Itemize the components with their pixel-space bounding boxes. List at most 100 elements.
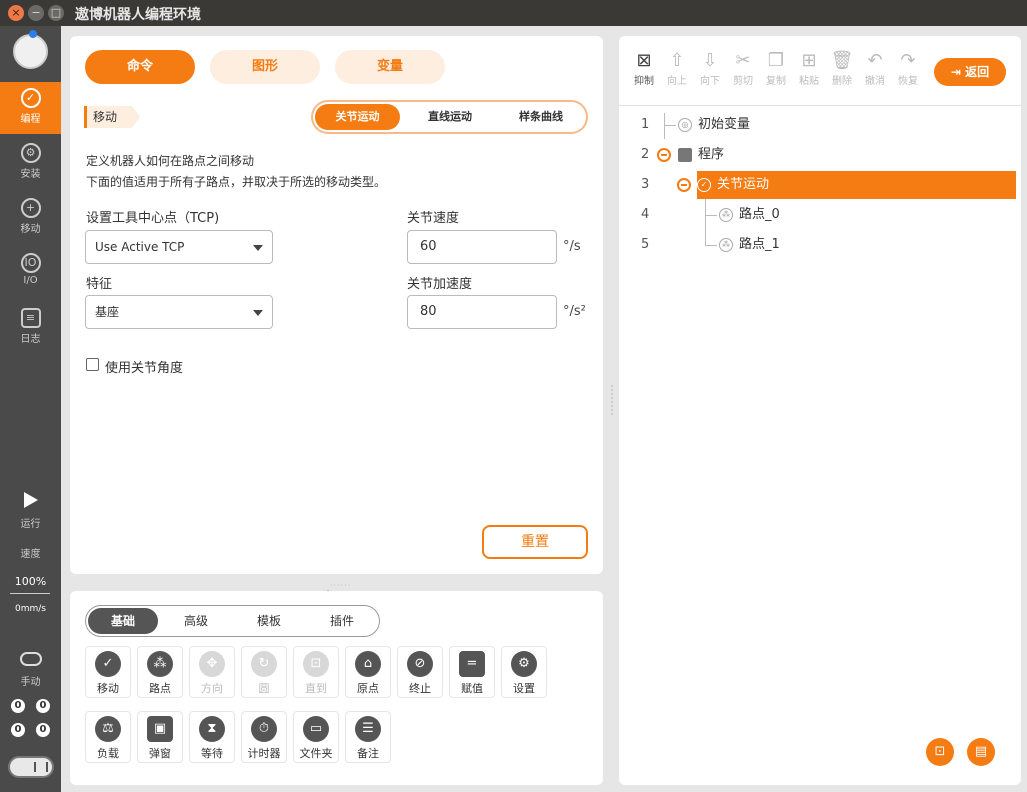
tool-label: 移动 bbox=[97, 682, 119, 695]
until-icon: ⊡ bbox=[303, 651, 329, 677]
tool-wait[interactable]: ⧗ 等待 bbox=[189, 711, 235, 763]
joint-acc-unit: °/s² bbox=[563, 304, 586, 319]
palette-tab-basic[interactable]: 基础 bbox=[88, 608, 158, 634]
palette-tab-plugin[interactable]: 插件 bbox=[307, 608, 377, 634]
toolbar-up[interactable]: ⇧ 向上 bbox=[662, 50, 692, 87]
tool-folder[interactable]: ▭ 文件夹 bbox=[293, 711, 339, 763]
tree-line bbox=[705, 245, 717, 246]
palette-tabs: 基础 高级 模板 插件 bbox=[85, 605, 380, 637]
timer-icon: ⏱ bbox=[251, 716, 277, 742]
toolbar-suppress[interactable]: ⊠ 抑制 bbox=[629, 50, 659, 87]
nav-label: 移动 bbox=[20, 224, 41, 235]
window-close-icon[interactable]: × bbox=[8, 5, 24, 21]
reset-button[interactable]: 重置 bbox=[482, 525, 588, 559]
tree-node-label: 程序 bbox=[698, 147, 725, 162]
redo-icon: ↷ bbox=[900, 50, 916, 71]
splitter-grip[interactable] bbox=[611, 385, 613, 415]
toolbar-label: 剪切 bbox=[733, 76, 753, 87]
toolbar-undo[interactable]: ↶ 撤消 bbox=[860, 50, 890, 87]
window-maximize-icon[interactable]: □ bbox=[48, 5, 64, 21]
tool-direction[interactable]: ✥ 方向 bbox=[189, 646, 235, 698]
tree-node-program[interactable]: 程序 bbox=[678, 141, 828, 169]
back-button[interactable]: ⇥ 返回 bbox=[934, 58, 1006, 86]
use-joint-angle-checkbox[interactable] bbox=[86, 358, 99, 371]
toolbar-down[interactable]: ⇩ 向下 bbox=[695, 50, 725, 87]
tool-move[interactable]: ✓ 移动 bbox=[85, 646, 131, 698]
tree-node-waypoint-0[interactable]: ⁂ 路点_0 bbox=[719, 201, 869, 229]
toolbar-label: 向下 bbox=[700, 76, 720, 87]
tool-timer[interactable]: ⏱ 计时器 bbox=[241, 711, 287, 763]
waypoint-icon: ⁂ bbox=[719, 207, 733, 222]
tool-label: 直到 bbox=[305, 682, 327, 695]
motion-type-linear[interactable]: 直线运动 bbox=[405, 104, 495, 130]
tool-settings[interactable]: ⚙ 设置 bbox=[501, 646, 547, 698]
counter-0: 0 bbox=[11, 699, 25, 713]
joint-speed-unit: °/s bbox=[563, 239, 581, 254]
tool-label: 负载 bbox=[97, 747, 119, 760]
toolbar-redo[interactable]: ↷ 恢复 bbox=[893, 50, 923, 87]
arrow-up-icon: ⇧ bbox=[669, 50, 685, 71]
joint-speed-input[interactable]: 60 bbox=[407, 230, 557, 264]
tab-graphics[interactable]: 图形 bbox=[210, 50, 320, 84]
nav-item-log[interactable]: ≡ 日志 bbox=[0, 302, 61, 354]
speed-label: 速度 bbox=[20, 549, 41, 560]
tool-label: 设置 bbox=[513, 682, 535, 695]
motion-type-joint[interactable]: 关节运动 bbox=[315, 104, 400, 130]
fit-view-icon[interactable]: ⊡ bbox=[926, 738, 954, 766]
palette-tab-advanced[interactable]: 高级 bbox=[161, 608, 231, 634]
toolbar-paste[interactable]: ⊞ 粘贴 bbox=[794, 50, 824, 87]
status-dot-icon bbox=[29, 30, 37, 38]
tcp-select[interactable]: Use Active TCP bbox=[85, 230, 273, 264]
tree-node-label: 路点_1 bbox=[739, 237, 780, 252]
left-nav: ✓ 编程 ⚙ 安装 + 移动 IO I/O ≡ 日志 运行 速度 100% 0m… bbox=[0, 26, 61, 792]
manual-icon[interactable] bbox=[20, 652, 42, 666]
nav-label: I/O bbox=[23, 275, 38, 286]
tool-assign[interactable]: = 赋值 bbox=[449, 646, 495, 698]
nav-item-install[interactable]: ⚙ 安装 bbox=[0, 137, 61, 189]
waypoint-icon: ⁂ bbox=[147, 651, 173, 677]
tool-waypoint[interactable]: ⁂ 路点 bbox=[137, 646, 183, 698]
window-titlebar: × − □ 遨博机器人编程环境 bbox=[0, 0, 1027, 26]
battery-toggle[interactable] bbox=[8, 756, 54, 778]
window-minimize-icon[interactable]: − bbox=[28, 5, 44, 21]
script-view-icon[interactable]: ▤ bbox=[967, 738, 995, 766]
palette-tab-template[interactable]: 模板 bbox=[234, 608, 304, 634]
robot-avatar[interactable] bbox=[13, 34, 48, 69]
folder-icon: ▭ bbox=[303, 716, 329, 742]
motion-type-selector: 关节运动 直线运动 样条曲线 bbox=[311, 100, 588, 134]
circle-icon: ↻ bbox=[251, 651, 277, 677]
command-palette: 基础 高级 模板 插件 ✓ 移动 ⁂ 路点 ✥ 方向 ↻ 圆 ⊡ 直到 ⌂ 原点… bbox=[70, 591, 603, 785]
tree-node-label: 路点_0 bbox=[739, 207, 780, 222]
motion-type-spline[interactable]: 样条曲线 bbox=[498, 104, 584, 130]
tool-home[interactable]: ⌂ 原点 bbox=[345, 646, 391, 698]
tree-node-init-vars[interactable]: ◎ 初始变量 bbox=[678, 111, 828, 139]
tool-until[interactable]: ⊡ 直到 bbox=[293, 646, 339, 698]
tool-label: 原点 bbox=[357, 682, 379, 695]
nav-item-io[interactable]: IO I/O bbox=[0, 247, 61, 299]
tree-node-joint-move[interactable]: ✓ 关节运动 bbox=[697, 171, 1016, 199]
speed-value[interactable]: 100% bbox=[0, 575, 61, 588]
tab-variables[interactable]: 变量 bbox=[335, 50, 445, 84]
tool-payload[interactable]: ⚖ 负载 bbox=[85, 711, 131, 763]
tool-circle[interactable]: ↻ 圆 bbox=[241, 646, 287, 698]
nav-item-move[interactable]: + 移动 bbox=[0, 192, 61, 244]
tool-comment[interactable]: ☰ 备注 bbox=[345, 711, 391, 763]
tree-node-waypoint-1[interactable]: ⁂ 路点_1 bbox=[719, 231, 869, 259]
collapse-icon[interactable] bbox=[657, 148, 671, 162]
joint-acc-input[interactable]: 80 bbox=[407, 295, 557, 329]
run-icon[interactable] bbox=[24, 492, 38, 508]
exit-icon: ⇥ bbox=[950, 65, 966, 79]
counter-1: 0 bbox=[36, 699, 50, 713]
tree-line bbox=[664, 125, 676, 126]
tool-stop[interactable]: ⊘ 终止 bbox=[397, 646, 443, 698]
tool-popup[interactable]: ▣ 弹窗 bbox=[137, 711, 183, 763]
counter-3: 0 bbox=[36, 723, 50, 737]
collapse-icon[interactable] bbox=[677, 178, 691, 192]
toolbar-cut[interactable]: ✂ 剪切 bbox=[728, 50, 758, 87]
tab-command[interactable]: 命令 bbox=[85, 50, 195, 84]
joint-acc-label: 关节加速度 bbox=[407, 277, 473, 292]
toolbar-delete[interactable]: 🗑 删除 bbox=[827, 50, 857, 87]
feature-select[interactable]: 基座 bbox=[85, 295, 273, 329]
toolbar-copy[interactable]: ❐ 复制 bbox=[761, 50, 791, 87]
nav-item-program[interactable]: ✓ 编程 bbox=[0, 82, 61, 134]
